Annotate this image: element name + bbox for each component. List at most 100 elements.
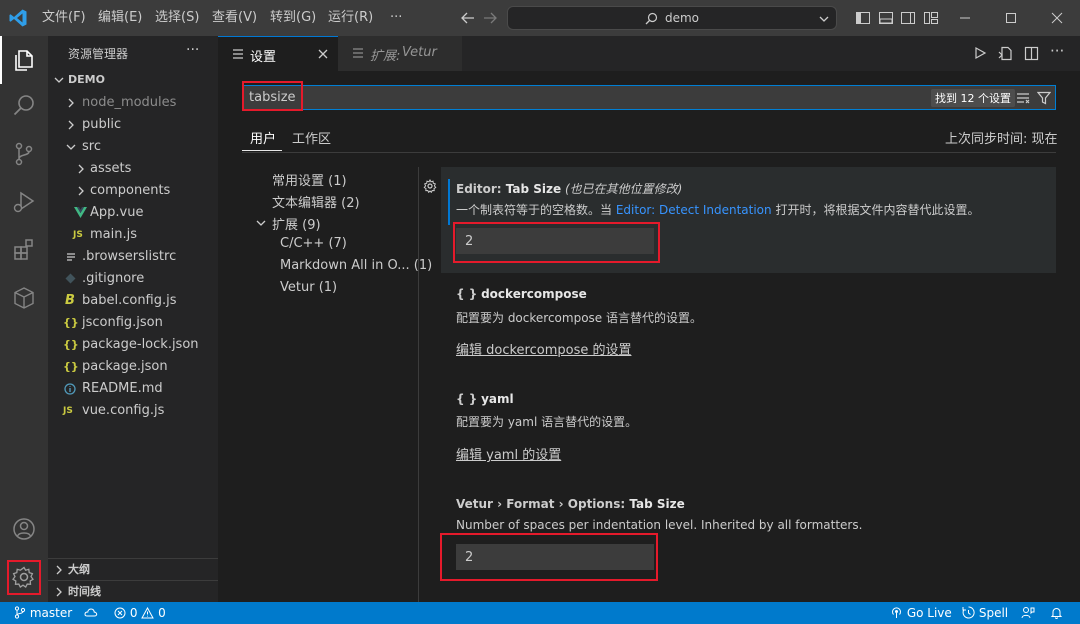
tree-item-public[interactable]: public xyxy=(48,114,218,136)
tree-item-src[interactable]: src xyxy=(48,136,218,158)
setting-category: Vetur › Format › Options: xyxy=(456,497,630,511)
tree-item-package-lock[interactable]: {} package-lock.json xyxy=(48,334,218,356)
title-bar: 文件(F) 编辑(E) 选择(S) 查看(V) 转到(G) 运行(R) ··· … xyxy=(0,0,1080,36)
activity-accounts[interactable] xyxy=(0,505,48,553)
detect-indentation-link[interactable]: Editor: Detect Indentation xyxy=(616,203,772,217)
menu-go[interactable]: 转到(G) xyxy=(270,0,316,36)
activity-extensions[interactable] xyxy=(0,226,48,274)
command-center-search[interactable]: demo xyxy=(507,6,837,30)
tree-item-browserslistrc[interactable]: .browserslistrc xyxy=(48,246,218,268)
feedback-button[interactable] xyxy=(1021,602,1035,624)
tree-item-readme[interactable]: README.md xyxy=(48,378,218,400)
open-settings-json-icon[interactable] xyxy=(998,46,1013,61)
explorer-root-folder[interactable]: DEMO xyxy=(48,69,218,91)
feedback-icon xyxy=(1021,607,1035,619)
tree-item-vue-config[interactable]: JS vue.config.js xyxy=(48,400,218,422)
vue-file-icon xyxy=(74,207,87,218)
menu-more[interactable]: ··· xyxy=(390,0,402,36)
modified-indicator xyxy=(448,179,450,225)
activity-remote-explorer[interactable] xyxy=(0,274,48,322)
tab-extension-vetur[interactable]: 扩展: Vetur xyxy=(338,36,462,71)
toggle-secondary-sidebar-icon[interactable] xyxy=(899,9,917,27)
close-icon[interactable] xyxy=(318,49,328,59)
search-result-count: 找到 12 个设置 xyxy=(931,89,1015,107)
explorer-title: 资源管理器 xyxy=(68,47,129,61)
toc-label: 文本编辑器 xyxy=(272,196,338,211)
chevron-down-icon[interactable] xyxy=(256,218,266,228)
forward-arrow-icon[interactable] xyxy=(481,9,499,27)
tree-item-label: components xyxy=(90,183,171,198)
activity-source-control[interactable] xyxy=(0,130,48,178)
tree-item-components[interactable]: components xyxy=(48,180,218,202)
close-window-button[interactable] xyxy=(1034,0,1080,36)
warning-icon xyxy=(141,606,155,619)
tree-item-package-json[interactable]: {} package.json xyxy=(48,356,218,378)
notifications-button[interactable] xyxy=(1050,602,1063,624)
tab-workspace[interactable]: 工作区 xyxy=(292,128,331,147)
toc-item-common[interactable]: 常用设置 (1) xyxy=(272,170,347,189)
explorer-more-actions[interactable]: ··· xyxy=(186,42,199,58)
gear-icon[interactable] xyxy=(423,179,437,193)
settings-search-box[interactable]: 找到 12 个设置 xyxy=(242,85,1056,110)
activity-search[interactable] xyxy=(0,82,48,130)
activity-run-debug[interactable] xyxy=(0,178,48,226)
back-arrow-icon[interactable] xyxy=(459,9,477,27)
command-center-text: demo xyxy=(664,11,700,25)
toggle-panel-icon[interactable] xyxy=(877,9,895,27)
clear-filter-icon[interactable] xyxy=(1016,91,1030,105)
minimize-icon xyxy=(960,17,970,19)
outline-section[interactable]: 大纲 xyxy=(48,559,218,581)
menu-file[interactable]: 文件(F) xyxy=(42,0,86,36)
branch-indicator[interactable]: master xyxy=(14,602,72,624)
problems-indicator[interactable]: 0 0 xyxy=(114,602,166,624)
menu-view[interactable]: 查看(V) xyxy=(212,0,257,36)
tab-settings[interactable]: 设置 xyxy=(218,36,338,71)
toc-item-markdown[interactable]: Markdown All in O... (1) xyxy=(280,258,432,273)
edit-dockercompose-link[interactable]: 编辑 dockercompose 的设置 xyxy=(456,339,631,358)
filter-icon[interactable] xyxy=(1037,91,1051,105)
edit-yaml-link[interactable]: 编辑 yaml 的设置 xyxy=(456,444,561,463)
minimize-button[interactable] xyxy=(942,0,988,36)
toc-item-cpp[interactable]: C/C++ (7) xyxy=(280,236,347,251)
toc-divider xyxy=(418,167,419,602)
toc-item-text-editor[interactable]: 文本编辑器 (2) xyxy=(272,192,360,211)
timeline-section[interactable]: 时间线 xyxy=(48,581,218,603)
tree-item-label: node_modules xyxy=(82,95,177,110)
tree-item-app-vue[interactable]: App.vue xyxy=(48,202,218,224)
toc-count: (1) xyxy=(318,280,338,295)
tree-item-jsconfig[interactable]: {} jsconfig.json xyxy=(48,312,218,334)
customize-layout-icon[interactable] xyxy=(922,9,940,27)
setting-name: Tab Size xyxy=(505,182,562,196)
menu-run[interactable]: 运行(R) xyxy=(328,0,373,36)
toc-item-vetur[interactable]: Vetur (1) xyxy=(280,280,337,295)
tree-item-node-modules[interactable]: node_modules xyxy=(48,92,218,114)
toc-label: Markdown All in O... xyxy=(280,258,410,273)
go-live-label: Go Live xyxy=(906,606,952,620)
toggle-primary-sidebar-icon[interactable] xyxy=(854,9,872,27)
tab-vetur-label: Vetur xyxy=(402,45,437,60)
chevron-right-icon xyxy=(78,164,84,174)
spell-button[interactable]: Spell xyxy=(962,602,1008,624)
tree-item-babel-config[interactable]: B babel.config.js xyxy=(48,290,218,312)
chevron-down-icon[interactable] xyxy=(818,13,830,25)
maximize-button[interactable] xyxy=(988,0,1034,36)
sync-button[interactable] xyxy=(84,602,98,624)
toc-count: (1) xyxy=(413,258,433,273)
menu-edit[interactable]: 编辑(E) xyxy=(98,0,142,36)
settings-search-input[interactable] xyxy=(243,86,923,109)
tab-user[interactable]: 用户 xyxy=(250,128,276,147)
more-actions-icon[interactable]: ··· xyxy=(1050,42,1064,60)
setting-name: dockercompose xyxy=(481,287,587,301)
tree-item-main-js[interactable]: JS main.js xyxy=(48,224,218,246)
activity-explorer[interactable] xyxy=(0,36,48,84)
chevron-right-icon xyxy=(68,120,74,130)
split-editor-icon[interactable] xyxy=(1024,46,1039,61)
toc-item-extensions[interactable]: 扩展 (9) xyxy=(272,214,321,233)
run-icon[interactable] xyxy=(973,46,987,60)
menu-selection[interactable]: 选择(S) xyxy=(155,0,199,36)
tree-item-assets[interactable]: assets xyxy=(48,158,218,180)
tree-item-gitignore[interactable]: .gitignore xyxy=(48,268,218,290)
go-live-button[interactable]: Go Live xyxy=(890,602,952,624)
tab-vetur-prefix: 扩展: xyxy=(370,49,401,64)
activity-bar xyxy=(0,36,48,602)
